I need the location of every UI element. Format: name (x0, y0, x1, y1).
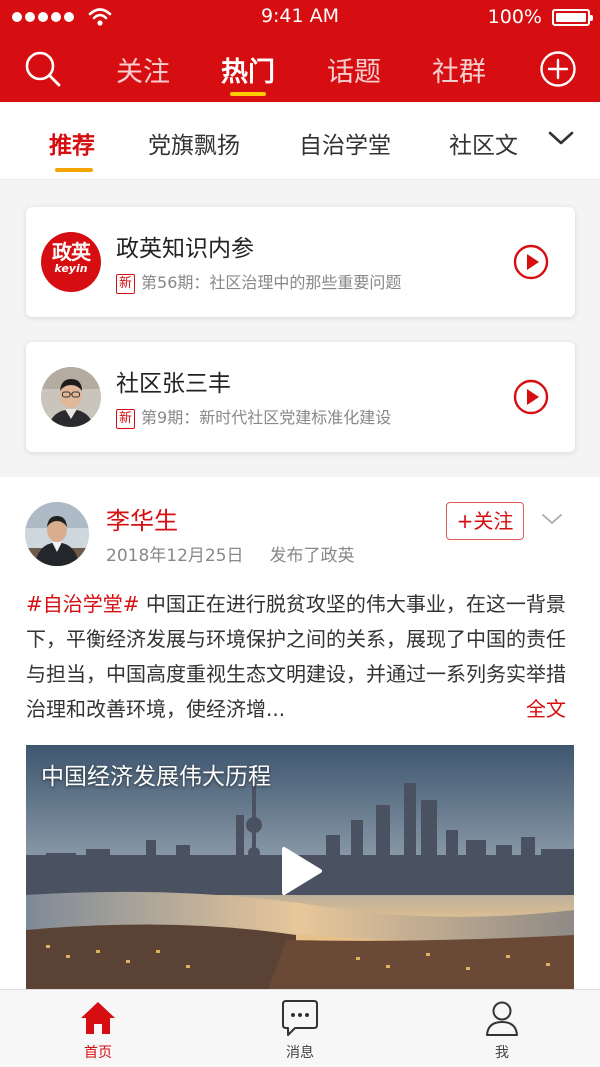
author-name[interactable]: 李华生 (106, 501, 178, 536)
channel-community-culture[interactable]: 社区文 (449, 126, 518, 160)
battery-icon (552, 9, 593, 26)
new-badge: 新 (116, 274, 136, 294)
message-icon (282, 1000, 318, 1036)
podcast-logo: 政英 keyin (41, 232, 101, 292)
play-icon[interactable] (280, 845, 324, 897)
video-title: 中国经济发展伟大历程 (41, 764, 271, 790)
podcast-card[interactable]: 政英 keyin 政英知识内参 新第56期：社区治理中的那些重要问题 (26, 207, 575, 317)
battery-percentage: 100% (487, 6, 542, 28)
active-tab-indicator (230, 92, 266, 96)
avatar[interactable] (25, 502, 89, 566)
chevron-down-icon[interactable] (541, 512, 563, 526)
post-date: 2018年12月25日 (106, 546, 244, 566)
follow-button[interactable]: +关注 (446, 502, 524, 540)
post-action: 发布了政英 (269, 546, 355, 566)
new-badge: 新 (116, 409, 136, 429)
podcast-title: 政英知识内参 (116, 236, 254, 262)
post-text[interactable]: #自治学堂# 中国正在进行脱贫攻坚的伟大事业，在这一背景下，平衡经济发展与环境保… (26, 587, 578, 727)
tab-home[interactable]: 首页 (48, 998, 148, 1062)
play-circle-icon[interactable] (513, 379, 549, 415)
post-meta: 2018年12月25日 发布了政英 (106, 541, 355, 566)
podcast-episode: 新第56期：社区治理中的那些重要问题 (116, 269, 401, 294)
channel-party-flag[interactable]: 党旗飘扬 (148, 126, 240, 160)
status-bar: 9:41 AM 100% (0, 0, 600, 34)
tab-follow[interactable]: 关注 (103, 50, 183, 89)
profile-icon (486, 1001, 518, 1036)
feed-post: 李华生 2018年12月25日 发布了政英 +关注 #自治学堂# 中国正在进行脱贫… (0, 477, 600, 989)
podcast-title: 社区张三丰 (116, 371, 231, 397)
read-all-link[interactable]: 全文 (522, 692, 566, 727)
tab-topics[interactable]: 话题 (314, 50, 394, 89)
add-icon[interactable] (539, 50, 577, 88)
channel-bar: 推荐 党旗飘扬 自治学堂 社区文 (0, 102, 600, 180)
podcast-list: 政英 keyin 政英知识内参 新第56期：社区治理中的那些重要问题 社区张三丰 (0, 181, 600, 476)
tab-messages[interactable]: 消息 (250, 998, 350, 1062)
podcast-card[interactable]: 社区张三丰 新第9期：新时代社区党建标准化建设 (26, 342, 575, 452)
podcast-episode: 新第9期：新时代社区党建标准化建设 (116, 404, 391, 429)
video-thumbnail[interactable]: 中国经济发展伟大历程 (26, 745, 574, 989)
top-header: 9:41 AM 100% 关注 热门 话题 社群 (0, 0, 600, 102)
channel-autonomy-school[interactable]: 自治学堂 (299, 126, 391, 160)
search-icon[interactable] (24, 50, 62, 88)
home-icon (81, 1002, 115, 1034)
chevron-down-icon[interactable] (548, 130, 574, 146)
post-hashtag[interactable]: #自治学堂# (26, 592, 140, 616)
tab-profile[interactable]: 我 (452, 998, 552, 1062)
play-circle-icon[interactable] (513, 244, 549, 280)
avatar (41, 367, 101, 427)
bottom-tab-bar: 首页 消息 我 (0, 989, 600, 1067)
tab-hot[interactable]: 热门 (208, 50, 288, 89)
tab-community[interactable]: 社群 (419, 50, 499, 89)
channel-recommended[interactable]: 推荐 (49, 126, 95, 160)
active-channel-indicator (55, 168, 93, 172)
